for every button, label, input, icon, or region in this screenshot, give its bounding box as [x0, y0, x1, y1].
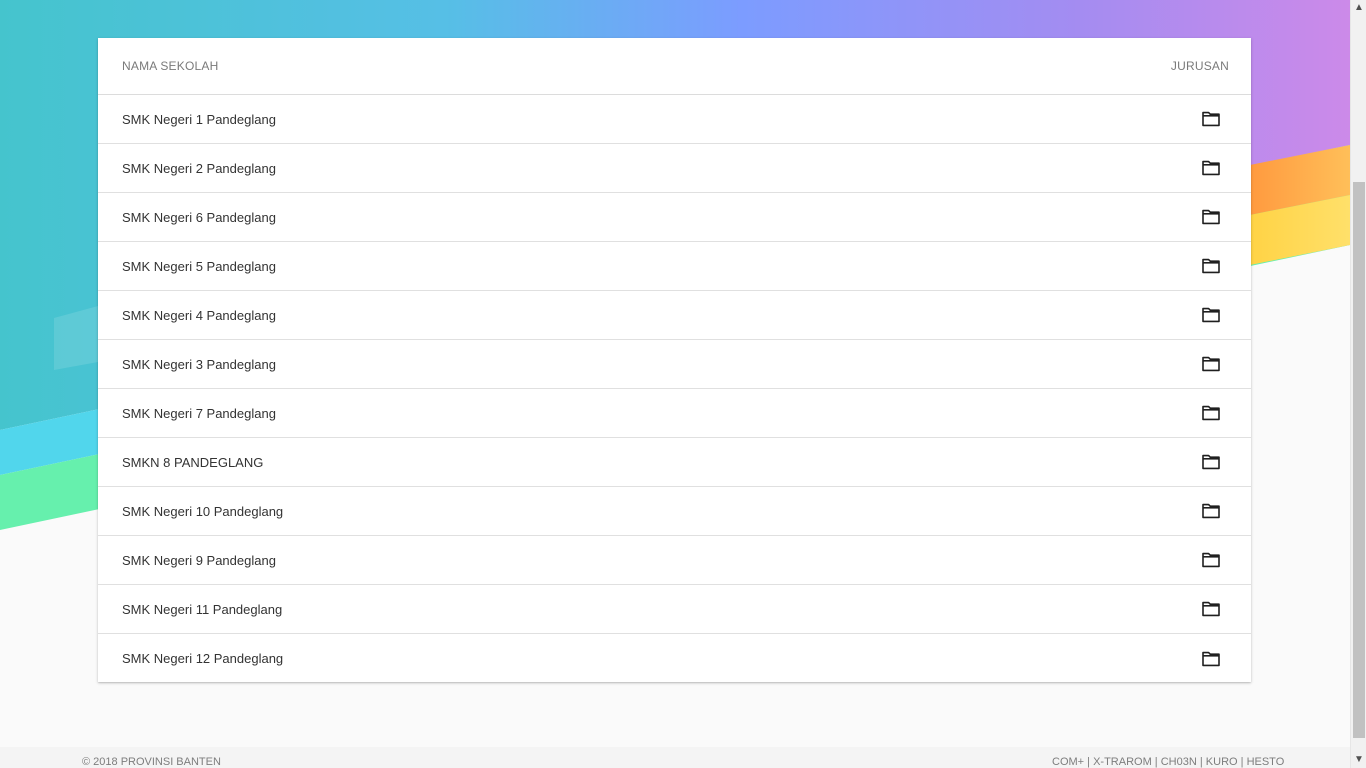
- footer-credits: COM+ | X-TRAROM | CH03N | KURO | HESTO: [1052, 756, 1284, 768]
- folder-icon: [1202, 405, 1220, 421]
- table-row: SMK Negeri 10 Pandeglang: [98, 487, 1251, 536]
- open-majors-button[interactable]: [1187, 643, 1235, 675]
- school-name: SMK Negeri 1 Pandeglang: [122, 111, 276, 127]
- open-majors-button[interactable]: [1187, 201, 1235, 233]
- open-majors-button[interactable]: [1187, 348, 1235, 380]
- scroll-up-arrow-icon[interactable]: ▲: [1351, 0, 1366, 16]
- footer-credit-link[interactable]: KURO: [1206, 756, 1238, 768]
- table-row: SMKN 8 PANDEGLANG: [98, 438, 1251, 487]
- folder-icon: [1202, 552, 1220, 568]
- school-name: SMK Negeri 9 Pandeglang: [122, 552, 276, 568]
- footer-credit-separator: |: [1151, 756, 1161, 768]
- school-name: SMK Negeri 4 Pandeglang: [122, 307, 276, 323]
- table-row: SMK Negeri 7 Pandeglang: [98, 389, 1251, 438]
- folder-icon: [1202, 307, 1220, 323]
- folder-icon: [1202, 454, 1220, 470]
- footer-credit-link[interactable]: CH03N: [1161, 756, 1197, 768]
- column-header-major: JURUSAN: [1170, 59, 1229, 73]
- folder-icon: [1202, 651, 1220, 666]
- open-majors-button[interactable]: [1187, 495, 1235, 527]
- table-row: SMK Negeri 1 Pandeglang: [98, 95, 1251, 144]
- school-name: SMK Negeri 5 Pandeglang: [122, 258, 276, 274]
- schools-card: NAMA SEKOLAH JURUSAN SMK Negeri 1 Pandeg…: [98, 38, 1251, 682]
- school-name: SMK Negeri 6 Pandeglang: [122, 209, 276, 225]
- open-majors-button[interactable]: [1187, 593, 1235, 625]
- school-name: SMK Negeri 11 Pandeglang: [122, 601, 283, 617]
- scrollbar-thumb[interactable]: [1353, 182, 1365, 738]
- school-name: SMK Negeri 7 Pandeglang: [122, 405, 276, 421]
- open-majors-button[interactable]: [1187, 446, 1235, 478]
- open-majors-button[interactable]: [1187, 250, 1235, 282]
- table-row: SMK Negeri 3 Pandeglang: [98, 340, 1251, 389]
- open-majors-button[interactable]: [1187, 397, 1235, 429]
- table-row: SMK Negeri 5 Pandeglang: [98, 242, 1251, 291]
- folder-icon: [1202, 503, 1220, 519]
- footer-credit-separator: |: [1237, 756, 1247, 768]
- school-name: SMK Negeri 12 Pandeglang: [122, 651, 284, 666]
- school-name: SMK Negeri 3 Pandeglang: [122, 356, 276, 372]
- school-name: SMKN 8 PANDEGLANG: [122, 454, 264, 470]
- folder-icon: [1202, 356, 1220, 372]
- footer-credit-link[interactable]: COM+: [1052, 756, 1084, 768]
- footer-copyright: © 2018 PROVINSI BANTEN: [82, 756, 221, 768]
- column-header-school: NAMA SEKOLAH: [122, 59, 219, 73]
- footer-credit-separator: |: [1084, 756, 1094, 768]
- open-majors-button[interactable]: [1187, 152, 1235, 184]
- folder-icon: [1202, 601, 1220, 617]
- folder-icon: [1202, 258, 1220, 274]
- table-row: SMK Negeri 6 Pandeglang: [98, 193, 1251, 242]
- footer: © 2018 PROVINSI BANTEN COM+ | X-TRAROM |…: [0, 747, 1350, 768]
- open-majors-button[interactable]: [1187, 103, 1235, 135]
- table-body: SMK Negeri 1 Pandeglang SMK Negeri 2 Pan…: [98, 95, 1251, 683]
- footer-credit-link[interactable]: X-TRAROM: [1093, 756, 1152, 768]
- open-majors-button[interactable]: [1187, 544, 1235, 576]
- scroll-down-arrow-icon[interactable]: ▼: [1351, 752, 1366, 768]
- open-majors-button[interactable]: [1187, 299, 1235, 331]
- footer-credit-link[interactable]: HESTO: [1247, 756, 1285, 768]
- folder-icon: [1202, 209, 1220, 225]
- table-header: NAMA SEKOLAH JURUSAN: [98, 38, 1251, 95]
- folder-icon: [1202, 160, 1220, 176]
- table-row: SMK Negeri 11 Pandeglang: [98, 585, 1251, 634]
- table-row: SMK Negeri 4 Pandeglang: [98, 291, 1251, 340]
- table-row: SMK Negeri 9 Pandeglang: [98, 536, 1251, 585]
- school-name: SMK Negeri 2 Pandeglang: [122, 160, 276, 176]
- footer-credit-separator: |: [1196, 756, 1206, 768]
- table-row: SMK Negeri 12 Pandeglang: [98, 634, 1251, 683]
- table-row: SMK Negeri 2 Pandeglang: [98, 144, 1251, 193]
- page-scrollbar[interactable]: ▲ ▼: [1350, 0, 1366, 768]
- school-name: SMK Negeri 10 Pandeglang: [122, 503, 284, 519]
- folder-icon: [1202, 111, 1220, 127]
